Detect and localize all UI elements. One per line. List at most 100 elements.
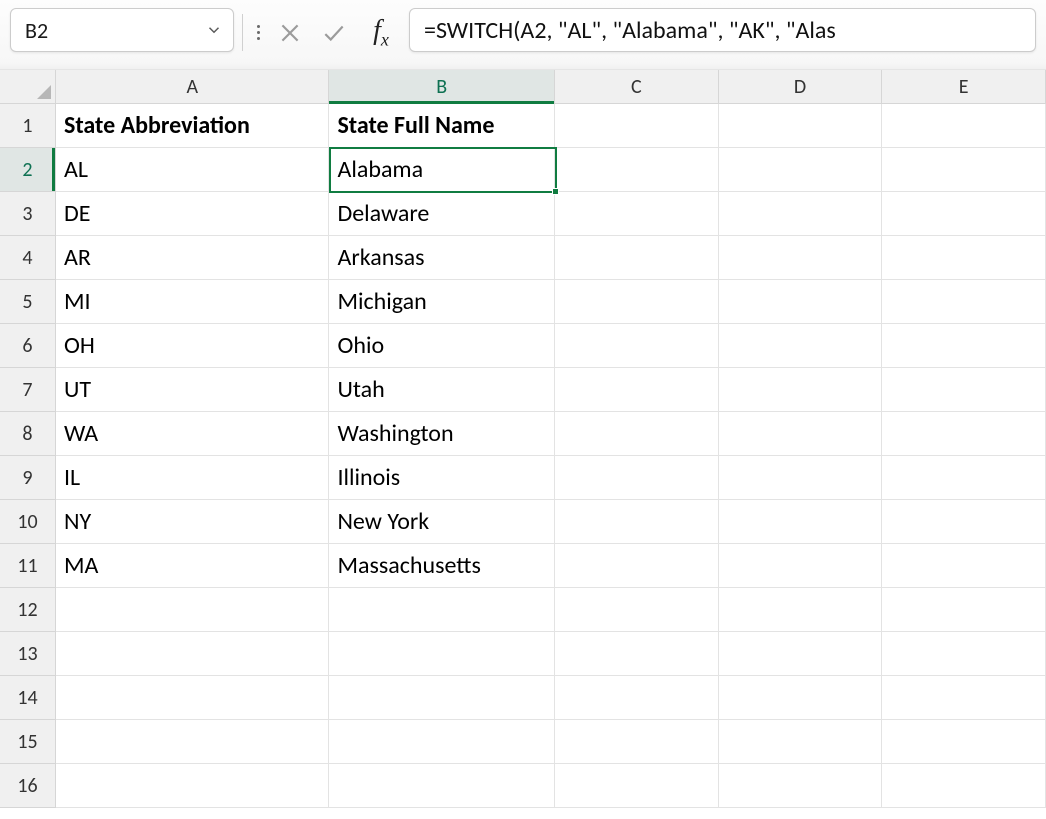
row-header-7[interactable]: 7 (0, 368, 55, 412)
cell-D5[interactable] (719, 280, 883, 324)
cell-E2[interactable] (882, 148, 1046, 192)
column-header-D[interactable]: D (719, 70, 883, 104)
cell-B13[interactable] (329, 632, 555, 676)
row-header-1[interactable]: 1 (0, 104, 55, 148)
cell-C5[interactable] (555, 280, 719, 324)
cell-E5[interactable] (882, 280, 1046, 324)
cell-C9[interactable] (555, 456, 719, 500)
row-header-16[interactable]: 16 (0, 764, 55, 808)
cell-E13[interactable] (882, 632, 1046, 676)
cell-B9[interactable]: Illinois (329, 456, 555, 500)
cell-A5[interactable]: MI (56, 280, 329, 324)
cell-D13[interactable] (719, 632, 883, 676)
cell-D16[interactable] (719, 764, 883, 808)
spreadsheet-grid[interactable]: A B C D E 12345678910111213141516 State … (0, 70, 1046, 819)
cell-B1[interactable]: State Full Name (329, 104, 555, 148)
row-header-14[interactable]: 14 (0, 676, 55, 720)
row-header-12[interactable]: 12 (0, 588, 55, 632)
cell-D7[interactable] (719, 368, 883, 412)
cell-D1[interactable] (719, 104, 883, 148)
cell-D14[interactable] (719, 676, 883, 720)
cell-D2[interactable] (719, 148, 883, 192)
cell-B3[interactable]: Delaware (329, 192, 555, 236)
cell-E8[interactable] (882, 412, 1046, 456)
cell-C6[interactable] (555, 324, 719, 368)
cell-C1[interactable] (555, 104, 719, 148)
name-box-input[interactable] (25, 17, 185, 44)
cell-D15[interactable] (719, 720, 883, 764)
cell-E15[interactable] (882, 720, 1046, 764)
cell-C11[interactable] (555, 544, 719, 588)
cell-B4[interactable]: Arkansas (329, 236, 555, 280)
cell-D9[interactable] (719, 456, 883, 500)
cell-B2[interactable]: Alabama (329, 148, 555, 192)
cell-B16[interactable] (329, 764, 555, 808)
cell-A12[interactable] (56, 588, 329, 632)
row-header-5[interactable]: 5 (0, 280, 55, 324)
column-header-B[interactable]: B (329, 70, 555, 104)
cell-E3[interactable] (882, 192, 1046, 236)
row-header-15[interactable]: 15 (0, 720, 55, 764)
cell-B14[interactable] (329, 676, 555, 720)
chevron-down-icon[interactable] (205, 21, 223, 39)
insert-function-button[interactable]: fx (359, 8, 403, 57)
cell-E1[interactable] (882, 104, 1046, 148)
cell-E11[interactable] (882, 544, 1046, 588)
cell-C15[interactable] (555, 720, 719, 764)
cell-A13[interactable] (56, 632, 329, 676)
cell-B5[interactable]: Michigan (329, 280, 555, 324)
cell-B10[interactable]: New York (329, 500, 555, 544)
cell-D3[interactable] (719, 192, 883, 236)
row-header-11[interactable]: 11 (0, 544, 55, 588)
cell-A1[interactable]: State Abbreviation (56, 104, 329, 148)
cell-D6[interactable] (719, 324, 883, 368)
cell-A4[interactable]: AR (56, 236, 329, 280)
cell-B12[interactable] (329, 588, 555, 632)
cell-C13[interactable] (555, 632, 719, 676)
cell-D11[interactable] (719, 544, 883, 588)
cell-E4[interactable] (882, 236, 1046, 280)
cell-E16[interactable] (882, 764, 1046, 808)
cell-E14[interactable] (882, 676, 1046, 720)
cell-C3[interactable] (555, 192, 719, 236)
cell-B11[interactable]: Massachusetts (329, 544, 555, 588)
cell-E6[interactable] (882, 324, 1046, 368)
row-header-8[interactable]: 8 (0, 412, 55, 456)
cell-A9[interactable]: IL (56, 456, 329, 500)
cell-A2[interactable]: AL (56, 148, 329, 192)
cell-A16[interactable] (56, 764, 329, 808)
row-header-13[interactable]: 13 (0, 632, 55, 676)
row-header-10[interactable]: 10 (0, 500, 55, 544)
cell-A7[interactable]: UT (56, 368, 329, 412)
drag-dots-icon[interactable] (251, 8, 265, 57)
cell-A8[interactable]: WA (56, 412, 329, 456)
cell-A10[interactable]: NY (56, 500, 329, 544)
cell-C10[interactable] (555, 500, 719, 544)
column-header-E[interactable]: E (882, 70, 1046, 104)
cell-C2[interactable] (555, 148, 719, 192)
cell-D4[interactable] (719, 236, 883, 280)
cell-D12[interactable] (719, 588, 883, 632)
cell-B15[interactable] (329, 720, 555, 764)
cell-D10[interactable] (719, 500, 883, 544)
cell-A3[interactable]: DE (56, 192, 329, 236)
cell-B6[interactable]: Ohio (329, 324, 555, 368)
formula-input-container[interactable] (409, 8, 1036, 52)
cells-area[interactable]: State AbbreviationState Full NameALAlaba… (56, 104, 1046, 808)
column-header-C[interactable]: C (555, 70, 719, 104)
cell-C14[interactable] (555, 676, 719, 720)
cell-C12[interactable] (555, 588, 719, 632)
cell-C4[interactable] (555, 236, 719, 280)
row-header-3[interactable]: 3 (0, 192, 55, 236)
cell-A6[interactable]: OH (56, 324, 329, 368)
cell-A14[interactable] (56, 676, 329, 720)
formula-input[interactable] (424, 16, 1021, 45)
cell-A15[interactable] (56, 720, 329, 764)
cell-C7[interactable] (555, 368, 719, 412)
cell-C8[interactable] (555, 412, 719, 456)
cell-C16[interactable] (555, 764, 719, 808)
row-header-4[interactable]: 4 (0, 236, 55, 280)
row-header-9[interactable]: 9 (0, 456, 55, 500)
row-header-6[interactable]: 6 (0, 324, 55, 368)
select-all-corner[interactable] (0, 70, 56, 104)
